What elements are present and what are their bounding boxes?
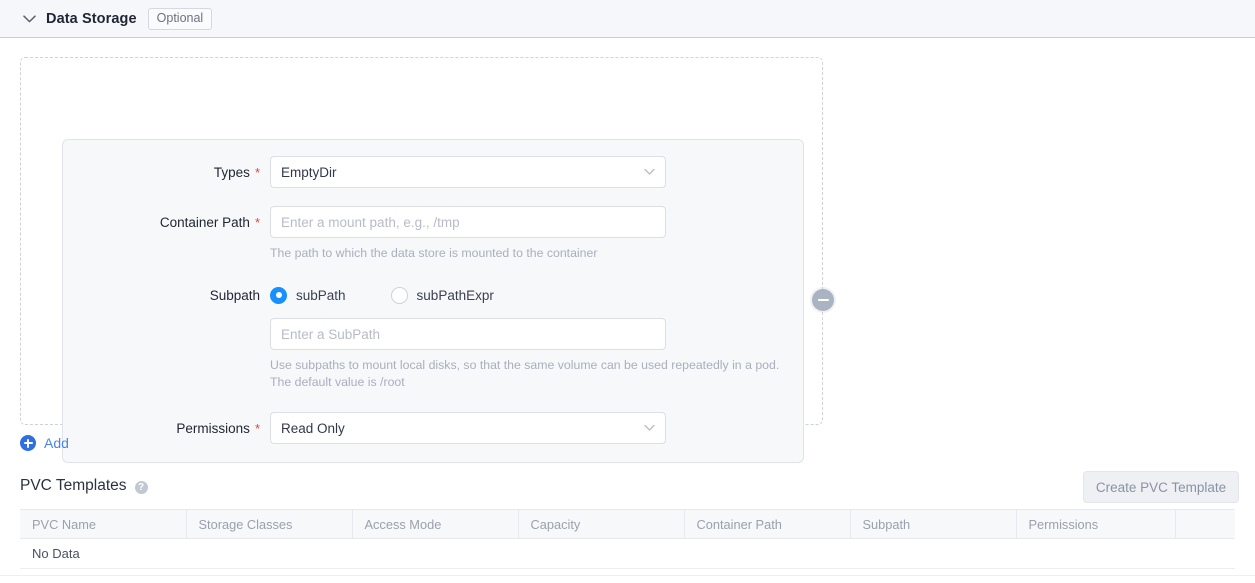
pvc-templates-table: PVC Name Storage Classes Access Mode Cap… xyxy=(20,509,1235,569)
types-label: Types xyxy=(214,156,250,190)
column-header-storage-classes: Storage Classes xyxy=(186,510,352,539)
subpath-radio-subpath-label: subPath xyxy=(296,288,346,303)
chevron-down-icon[interactable] xyxy=(18,8,40,30)
container-path-helper: The path to which the data store is moun… xyxy=(270,245,666,262)
table-bottom-divider xyxy=(0,575,1255,576)
page-title: Data Storage xyxy=(46,11,137,27)
column-header-actions xyxy=(1175,510,1235,539)
required-marker: * xyxy=(255,156,260,190)
permissions-row: Permissions * Read Only xyxy=(63,412,666,446)
radio-unselected-icon xyxy=(391,287,408,304)
question-mark-icon[interactable]: ? xyxy=(135,481,148,494)
permissions-select-value: Read Only xyxy=(281,421,345,436)
column-header-container-path: Container Path xyxy=(684,510,850,539)
column-header-permissions: Permissions xyxy=(1016,510,1175,539)
table-empty-message: No Data xyxy=(20,539,1235,569)
types-row: Types * EmptyDir xyxy=(63,156,666,190)
subpath-radio-subpathexpr-label: subPathExpr xyxy=(417,288,494,303)
column-header-subpath: Subpath xyxy=(850,510,1016,539)
column-header-capacity: Capacity xyxy=(518,510,684,539)
pvc-templates-title: PVC Templates xyxy=(20,477,127,495)
subpath-label: Subpath xyxy=(210,279,260,313)
storage-item-dashed-container: Types * EmptyDir xyxy=(20,57,823,425)
column-header-pvc-name: PVC Name xyxy=(20,510,186,539)
subpath-row: Subpath subPath subPathExpr U xyxy=(63,279,795,391)
permissions-select[interactable]: Read Only xyxy=(270,412,666,444)
chevron-down-icon xyxy=(644,425,655,432)
column-header-access-mode: Access Mode xyxy=(352,510,518,539)
table-row: No Data xyxy=(20,539,1235,569)
required-marker: * xyxy=(255,412,260,446)
subpath-radio-subpath[interactable]: subPath xyxy=(270,287,346,304)
storage-form-panel: Types * EmptyDir xyxy=(62,139,804,463)
plus-circle-icon xyxy=(20,435,36,451)
permissions-label: Permissions xyxy=(176,412,250,446)
subpath-radio-subpathexpr[interactable]: subPathExpr xyxy=(391,287,494,304)
subpath-helper: Use subpaths to mount local disks, so th… xyxy=(270,357,795,391)
data-storage-page: Data Storage Optional Types * EmptyDir xyxy=(0,0,1255,583)
types-select-value: EmptyDir xyxy=(281,165,337,180)
pvc-templates-header: PVC Templates ? xyxy=(20,477,148,495)
required-marker: * xyxy=(255,206,260,240)
table-header-row: PVC Name Storage Classes Access Mode Cap… xyxy=(20,510,1235,539)
section-header: Data Storage Optional xyxy=(0,0,1255,38)
container-path-input[interactable] xyxy=(270,206,666,238)
types-select[interactable]: EmptyDir xyxy=(270,156,666,188)
add-storage-label: Add xyxy=(44,435,69,451)
container-path-row: Container Path * The path to which the d… xyxy=(63,206,666,262)
create-pvc-template-button[interactable]: Create PVC Template xyxy=(1083,471,1239,503)
subpath-radio-group: subPath subPathExpr xyxy=(270,279,795,311)
chevron-down-icon xyxy=(644,169,655,176)
subpath-input[interactable] xyxy=(270,318,666,350)
radio-selected-icon xyxy=(270,287,287,304)
status-badge: Optional xyxy=(148,8,213,30)
minus-circle-icon[interactable] xyxy=(812,289,834,311)
container-path-label: Container Path xyxy=(160,206,250,240)
add-storage-button[interactable]: Add xyxy=(20,435,69,451)
